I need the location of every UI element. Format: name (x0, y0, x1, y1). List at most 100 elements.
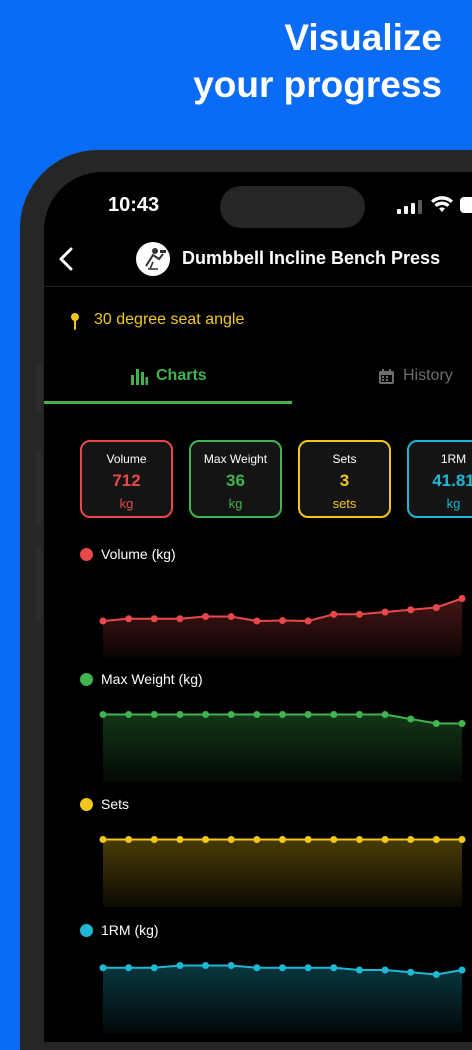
chart-data-point[interactable] (99, 711, 107, 718)
stat-card-1rm: 1RM 41.81 kg (407, 440, 472, 518)
chart-data-point[interactable] (458, 720, 466, 727)
exercise-title: Dumbbell Incline Bench Press (182, 248, 441, 268)
chart-data-point[interactable] (432, 604, 440, 611)
back-chevron-icon[interactable] (56, 246, 76, 272)
chart-data-point[interactable] (458, 836, 466, 843)
chart-data-point[interactable] (125, 964, 133, 972)
chart-data-point[interactable] (227, 836, 235, 843)
stat-card-value: 3 (339, 471, 350, 490)
battery-icon (460, 197, 472, 213)
headline-line-1: Visualize (284, 17, 442, 58)
chart-data-point[interactable] (355, 610, 363, 618)
chart-data-point[interactable] (176, 615, 184, 623)
promo-headline: Visualize your progress (42, 14, 442, 108)
chart-data-point[interactable] (99, 617, 107, 625)
legend-dot (80, 673, 93, 686)
chart-data-point[interactable] (125, 836, 133, 843)
chart-data-point[interactable] (355, 711, 363, 718)
chart-1rm (99, 962, 466, 1033)
tab-history-content: History (378, 367, 453, 385)
chart-max-weight (99, 711, 466, 782)
chart-data-point[interactable] (304, 617, 312, 625)
chart-data-point[interactable] (304, 711, 312, 718)
chart-volume (99, 595, 466, 657)
legend-dot (80, 924, 93, 937)
stat-card-unit: kg (228, 496, 243, 511)
chart-data-point[interactable] (202, 613, 210, 620)
chart-data-point[interactable] (125, 615, 133, 623)
phone-side-button (36, 450, 42, 526)
chart-data-point[interactable] (202, 836, 210, 843)
chart-data-point[interactable] (381, 711, 389, 718)
chart-data-point[interactable] (253, 836, 261, 843)
chart-data-point[interactable] (227, 962, 235, 969)
chart-data-point[interactable] (355, 966, 363, 974)
chart-data-point[interactable] (202, 962, 210, 969)
stat-card-value: 36 (226, 471, 245, 490)
chart-data-point[interactable] (304, 836, 312, 843)
phone-side-button (36, 364, 42, 412)
chart-data-point[interactable] (253, 617, 261, 625)
chart-area-fill (103, 714, 462, 782)
chart-data-point[interactable] (407, 606, 415, 614)
chart-data-point[interactable] (279, 964, 286, 972)
chart-data-point[interactable] (407, 836, 415, 843)
stat-card-sets: Sets 3 sets (298, 440, 391, 518)
chart-data-point[interactable] (407, 968, 415, 976)
chart-data-point[interactable] (458, 595, 466, 602)
app-screen: 10:43 Dumbbell Incline Bench Press 30 de… (44, 172, 472, 1042)
tab-charts[interactable]: Charts (44, 357, 292, 397)
chart-data-point[interactable] (304, 964, 312, 972)
chart-data-point[interactable] (355, 836, 363, 843)
chart-data-point[interactable] (99, 964, 107, 972)
phone-side-button (36, 546, 42, 622)
chart-data-point[interactable] (150, 964, 158, 972)
stat-card-title: Max Weight (203, 452, 268, 466)
chart-data-point[interactable] (279, 711, 286, 718)
stat-card-unit: sets (332, 496, 357, 511)
chart-data-point[interactable] (330, 711, 338, 718)
chart-data-point[interactable] (150, 836, 158, 843)
chart-data-point[interactable] (330, 964, 338, 972)
chart-data-point[interactable] (458, 966, 466, 974)
chart-data-point[interactable] (330, 610, 338, 618)
chart-data-point[interactable] (202, 711, 210, 718)
chart-data-point[interactable] (279, 617, 286, 625)
chart-data-point[interactable] (253, 964, 261, 972)
tab-history-label: History (403, 367, 453, 384)
active-tab-indicator (44, 401, 292, 404)
stat-card-title: Sets (332, 452, 357, 466)
chart-data-point[interactable] (381, 966, 389, 974)
nav-divider (44, 286, 472, 287)
chart-data-point[interactable] (432, 836, 440, 843)
chart-data-point[interactable] (99, 836, 107, 843)
chart-data-point[interactable] (432, 720, 440, 727)
chart-data-point[interactable] (432, 971, 440, 978)
chart-title: Volume (kg) (101, 546, 176, 562)
chart-sets (99, 836, 466, 907)
exercise-figure-icon (145, 248, 166, 270)
chart-data-point[interactable] (176, 711, 184, 718)
chart-data-point[interactable] (253, 711, 261, 718)
chart-data-point[interactable] (381, 608, 389, 616)
status-time: 10:43 (108, 194, 160, 216)
chart-title: Max Weight (kg) (101, 671, 203, 687)
chart-data-point[interactable] (407, 715, 415, 723)
tab-history[interactable]: History (292, 357, 472, 397)
chart-data-point[interactable] (125, 711, 133, 718)
chart-data-point[interactable] (150, 615, 158, 623)
chart-data-point[interactable] (227, 711, 235, 718)
chart-data-point[interactable] (279, 836, 286, 843)
stat-card-title: Volume (106, 452, 147, 466)
chart-data-point[interactable] (330, 836, 338, 843)
chart-area-fill (103, 839, 462, 907)
chart-data-point[interactable] (381, 836, 389, 843)
stat-card-value: 712 (112, 471, 141, 490)
chart-data-point[interactable] (176, 962, 184, 969)
chart-data-point[interactable] (150, 711, 158, 718)
stat-card-title: 1RM (440, 452, 467, 466)
chart-data-point[interactable] (227, 613, 235, 620)
chart-data-point[interactable] (176, 836, 184, 843)
chart-title: Sets (101, 796, 130, 812)
tab-charts-content: Charts (130, 367, 207, 385)
